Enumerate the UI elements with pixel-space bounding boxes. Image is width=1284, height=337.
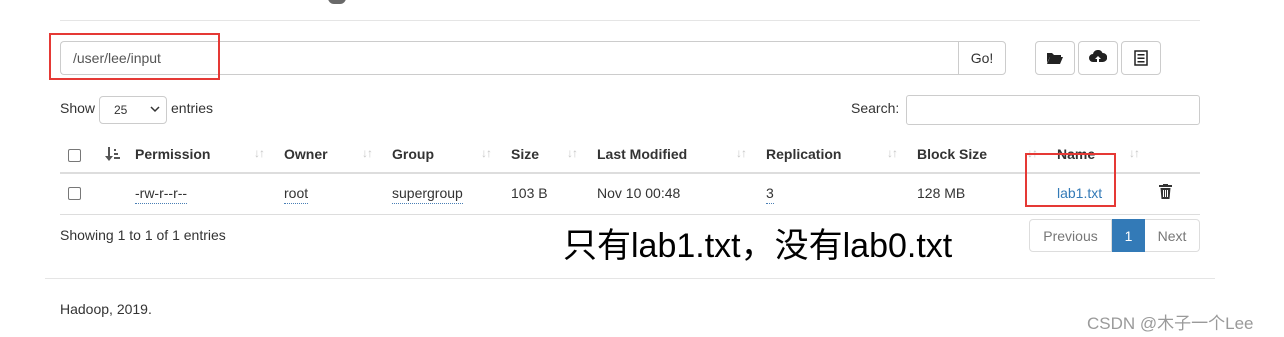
sort-icon[interactable]: ↓↑ [887,146,898,160]
name-highlight-box [1025,153,1116,207]
list-icon [1134,50,1148,66]
current-page-button[interactable]: 1 [1112,219,1145,252]
row-checkbox[interactable] [68,187,81,200]
sort-icon[interactable]: ↓↑ [567,146,578,160]
select-all-checkbox[interactable] [68,149,81,162]
col-permission[interactable]: Permission [135,146,210,162]
cell-block-size: 128 MB [917,185,966,201]
col-size[interactable]: Size [511,146,539,162]
upload-button[interactable] [1078,41,1118,75]
cell-owner[interactable]: root [284,185,309,204]
entries-label: entries [171,100,214,116]
sort-icon[interactable]: ↓↑ [362,146,373,160]
sort-icon[interactable]: ↓↑ [736,146,747,160]
annotation-text: 只有lab1.txt，没有lab0.txt [563,227,953,265]
sort-asc-icon[interactable] [105,146,121,162]
footer-divider [45,278,1215,279]
search-label: Search: [851,100,900,116]
go-button[interactable]: Go! [958,41,1006,75]
folder-open-icon [1047,53,1063,64]
cell-replication[interactable]: 3 [766,185,774,204]
path-highlight-box [49,33,220,80]
search-input[interactable] [906,95,1200,125]
table-info: Showing 1 to 1 of 1 entries [60,227,226,243]
footer-text: Hadoop, 2019. [60,301,152,317]
cell-permission[interactable]: -rw-r--r-- [135,185,188,204]
show-label: Show [60,100,96,116]
col-last-modified[interactable]: Last Modified [597,146,687,162]
col-replication[interactable]: Replication [766,146,841,162]
cloud-upload-icon [1089,50,1107,64]
page-size-select[interactable]: 25 [99,96,167,124]
col-group[interactable]: Group [392,146,434,162]
cell-group[interactable]: supergroup [392,185,463,204]
col-block-size[interactable]: Block Size [917,146,987,162]
col-owner[interactable]: Owner [284,146,328,162]
cell-size: 103 B [511,185,548,201]
table-row-divider [60,214,1200,215]
create-directory-button[interactable] [1035,41,1075,75]
sort-icon[interactable]: ↓↑ [481,146,492,160]
page-size-value: 25 [114,103,128,117]
cutoff-header-glyph [328,0,346,4]
watermark: CSDN @木子一个Lee [1087,314,1254,333]
chevron-down-icon [150,106,160,113]
cell-last-modified: Nov 10 00:48 [597,185,681,201]
sort-icon[interactable]: ↓↑ [254,146,265,160]
pagination: Previous 1 Next [1029,219,1200,252]
trash-icon[interactable] [1159,184,1172,199]
next-page-button[interactable]: Next [1145,219,1200,252]
sort-icon[interactable]: ↓↑ [1129,146,1140,160]
previous-page-button[interactable]: Previous [1029,219,1112,252]
header-divider [60,20,1200,21]
cut-paste-button[interactable] [1121,41,1161,75]
